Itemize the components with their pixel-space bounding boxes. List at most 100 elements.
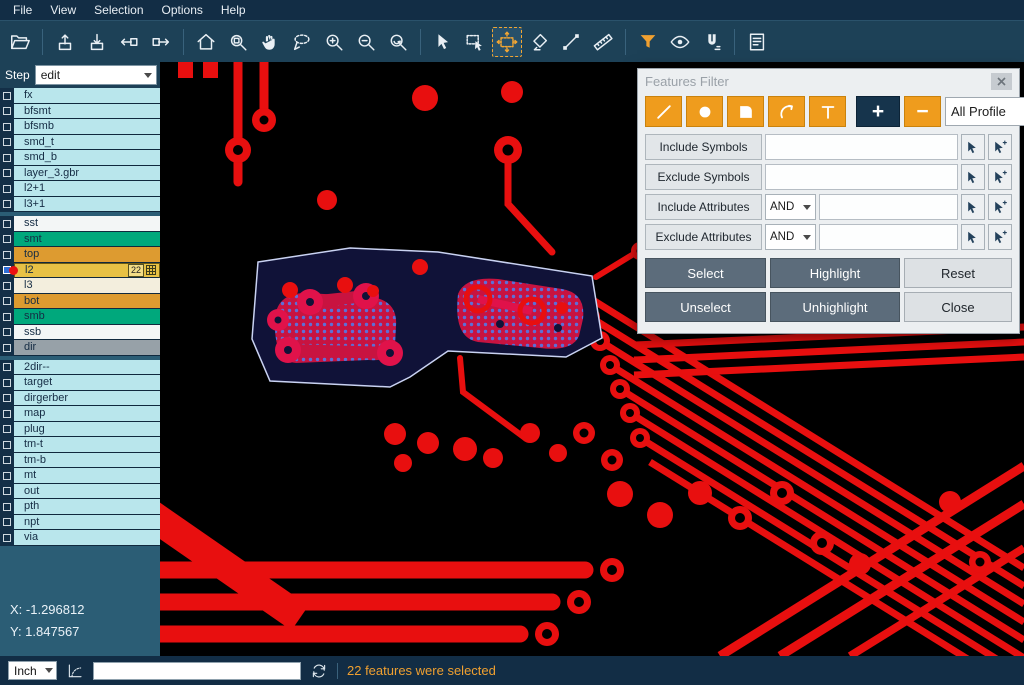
zoom-reset-icon[interactable] bbox=[383, 27, 413, 57]
pan-hand-icon[interactable] bbox=[255, 27, 285, 57]
pad-tool-button[interactable] bbox=[686, 96, 723, 127]
layer-name-cell[interactable]: top bbox=[14, 247, 160, 263]
layer-row-out[interactable]: out bbox=[0, 484, 160, 500]
menu-item-help[interactable]: Help bbox=[212, 0, 255, 20]
layer-row-sst[interactable]: sst bbox=[0, 216, 160, 232]
layer-row-pth[interactable]: pth bbox=[0, 499, 160, 515]
exclude-symbols-button[interactable]: Exclude Symbols bbox=[645, 164, 762, 190]
layer-row-npt[interactable]: npt bbox=[0, 515, 160, 531]
layer-name-cell[interactable]: smt bbox=[14, 232, 160, 248]
layer-name-cell[interactable]: out bbox=[14, 484, 160, 500]
angle-measure-icon[interactable] bbox=[66, 662, 84, 680]
layer-name-cell[interactable]: npt bbox=[14, 515, 160, 531]
layer-name-cell[interactable]: layer_3.gbr bbox=[14, 166, 160, 182]
layer-checkbox[interactable] bbox=[0, 88, 14, 104]
operator-select[interactable]: AND bbox=[765, 224, 816, 250]
layer-row-map[interactable]: map bbox=[0, 406, 160, 422]
layer-checkbox[interactable] bbox=[0, 515, 14, 531]
eraser-icon[interactable] bbox=[524, 27, 554, 57]
text-tool-button[interactable] bbox=[809, 96, 846, 127]
menu-item-selection[interactable]: Selection bbox=[85, 0, 152, 20]
layer-name-cell[interactable]: tm-b bbox=[14, 453, 160, 469]
layer-row-bfsmt[interactable]: bfsmt bbox=[0, 104, 160, 120]
layer-row-layer-3-gbr[interactable]: layer_3.gbr bbox=[0, 166, 160, 182]
unselect-button[interactable]: Unselect bbox=[645, 292, 766, 322]
zoom-window-icon[interactable] bbox=[223, 27, 253, 57]
pick-reference-button[interactable] bbox=[988, 224, 1012, 250]
notes-icon[interactable] bbox=[742, 27, 772, 57]
transform-select-icon[interactable] bbox=[492, 27, 522, 57]
layer-checkbox[interactable] bbox=[0, 499, 14, 515]
layer-name-cell[interactable]: dirgerber bbox=[14, 391, 160, 407]
layer-row-tm-b[interactable]: tm-b bbox=[0, 453, 160, 469]
arc-tool-button[interactable] bbox=[768, 96, 805, 127]
import-down-icon[interactable] bbox=[82, 27, 112, 57]
layer-row-l2-1[interactable]: l2+1 bbox=[0, 181, 160, 197]
layer-name-cell[interactable]: smd_t bbox=[14, 135, 160, 151]
layer-checkbox[interactable] bbox=[0, 375, 14, 391]
layer-name-cell[interactable]: via bbox=[14, 530, 160, 546]
layer-name-cell[interactable]: ssb bbox=[14, 325, 160, 341]
unhighlight-button[interactable]: Unhighlight bbox=[770, 292, 900, 322]
layer-checkbox[interactable] bbox=[0, 391, 14, 407]
close-button[interactable]: Close bbox=[904, 292, 1012, 322]
layer-checkbox[interactable] bbox=[0, 406, 14, 422]
layer-name-cell[interactable]: smb bbox=[14, 309, 160, 325]
layer-row-tm-t[interactable]: tm-t bbox=[0, 437, 160, 453]
menu-item-file[interactable]: File bbox=[4, 0, 41, 20]
menu-item-view[interactable]: View bbox=[41, 0, 85, 20]
menu-item-options[interactable]: Options bbox=[153, 0, 212, 20]
pick-reference-button[interactable] bbox=[988, 164, 1012, 190]
include-symbols-input[interactable] bbox=[765, 134, 958, 160]
profile-select[interactable]: All Profile bbox=[945, 97, 1024, 126]
operator-select[interactable]: AND bbox=[765, 194, 816, 220]
layer-name-cell[interactable]: dir bbox=[14, 340, 160, 356]
pointer-icon[interactable] bbox=[428, 27, 458, 57]
layer-name-cell[interactable]: l3 bbox=[14, 278, 160, 294]
layer-checkbox[interactable] bbox=[0, 484, 14, 500]
layer-name-cell[interactable]: bot bbox=[14, 294, 160, 310]
pick-feature-button[interactable] bbox=[961, 224, 985, 250]
layer-name-cell[interactable]: bfsmb bbox=[14, 119, 160, 135]
layer-name-cell[interactable]: fx bbox=[14, 88, 160, 104]
layer-name-cell[interactable]: l2+1 bbox=[14, 181, 160, 197]
layer-checkbox[interactable] bbox=[0, 437, 14, 453]
layer-row-top[interactable]: top bbox=[0, 247, 160, 263]
layer-name-cell[interactable]: map bbox=[14, 406, 160, 422]
layer-checkbox[interactable] bbox=[0, 104, 14, 120]
layer-row-l3[interactable]: l3 bbox=[0, 278, 160, 294]
layer-checkbox[interactable] bbox=[0, 530, 14, 546]
layer-checkbox[interactable] bbox=[0, 422, 14, 438]
layer-checkbox[interactable] bbox=[0, 119, 14, 135]
measure-icon[interactable] bbox=[588, 27, 618, 57]
layer-row-dir[interactable]: dir bbox=[0, 340, 160, 356]
line-tool-button[interactable] bbox=[645, 96, 682, 127]
layer-name-cell[interactable]: 2dir-- bbox=[14, 360, 160, 376]
layer-checkbox[interactable] bbox=[0, 278, 14, 294]
layer-row-smb[interactable]: smb bbox=[0, 309, 160, 325]
units-select[interactable]: Inch bbox=[8, 661, 57, 680]
home-view-icon[interactable] bbox=[191, 27, 221, 57]
layer-row-target[interactable]: target bbox=[0, 375, 160, 391]
layer-checkbox[interactable] bbox=[0, 309, 14, 325]
exclude-attributes-input[interactable] bbox=[819, 224, 958, 250]
filter-remove-button[interactable]: − bbox=[904, 96, 941, 127]
layer-row-mt[interactable]: mt bbox=[0, 468, 160, 484]
layer-row-ssb[interactable]: ssb bbox=[0, 325, 160, 341]
layer-row-smd-b[interactable]: smd_b bbox=[0, 150, 160, 166]
layer-checkbox[interactable] bbox=[0, 197, 14, 213]
rect-select-icon[interactable] bbox=[460, 27, 490, 57]
layer-row-smt[interactable]: smt bbox=[0, 232, 160, 248]
include-symbols-button[interactable]: Include Symbols bbox=[645, 134, 762, 160]
zoom-in-icon[interactable] bbox=[319, 27, 349, 57]
layer-row-via[interactable]: via bbox=[0, 530, 160, 546]
layer-checkbox[interactable] bbox=[0, 181, 14, 197]
open-file-icon[interactable] bbox=[5, 27, 35, 57]
include-attributes-input[interactable] bbox=[819, 194, 958, 220]
layer-row-bot[interactable]: bot bbox=[0, 294, 160, 310]
zoom-out-icon[interactable] bbox=[351, 27, 381, 57]
layer-checkbox[interactable] bbox=[0, 360, 14, 376]
step-forward-icon[interactable] bbox=[146, 27, 176, 57]
layer-name-cell[interactable]: target bbox=[14, 375, 160, 391]
layer-checkbox[interactable] bbox=[0, 247, 14, 263]
